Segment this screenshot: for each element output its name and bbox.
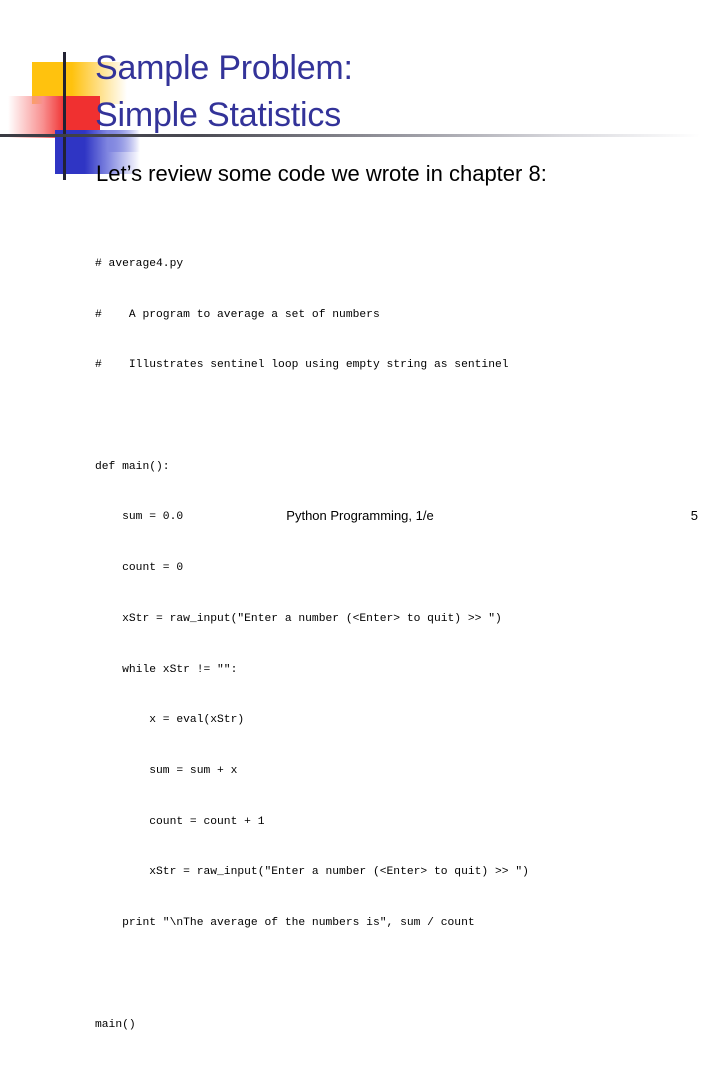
slide-title-line-1: Sample Problem: [95,48,353,87]
code-line: print "\nThe average of the numbers is",… [95,917,475,930]
code-line: # A program to average a set of numbers [95,308,380,321]
code-line: xStr = raw_input("Enter a number (<Enter… [95,866,529,879]
slide-title: Sample Problem: Simple Statistics [95,45,695,139]
code-line: # Illustrates sentinel loop using empty … [95,359,509,372]
footer-text: Python Programming, 1/e [286,508,434,523]
code-line: while xStr != "": [95,663,238,676]
code-block: # average4.py # A program to average a s… [95,222,705,1067]
footer-page-number: 5 [690,508,698,523]
code-line: count = count + 1 [95,815,265,828]
code-line: main() [95,1018,136,1031]
code-line: x = eval(xStr) [95,714,245,727]
code-line: # average4.py [95,257,184,270]
slide-subtitle: Let’s review some code we wrote in chapt… [96,161,547,186]
code-line: count = 0 [95,562,184,575]
vertical-rule-decoration [63,52,66,180]
slide: Sample Problem: Simple Statistics Let’s … [0,0,720,1031]
code-line: sum = sum + x [95,764,238,777]
slide-title-line-2: Simple Statistics [95,95,342,134]
code-line: xStr = raw_input("Enter a number (<Enter… [95,612,502,625]
code-line: def main(): [95,460,170,473]
